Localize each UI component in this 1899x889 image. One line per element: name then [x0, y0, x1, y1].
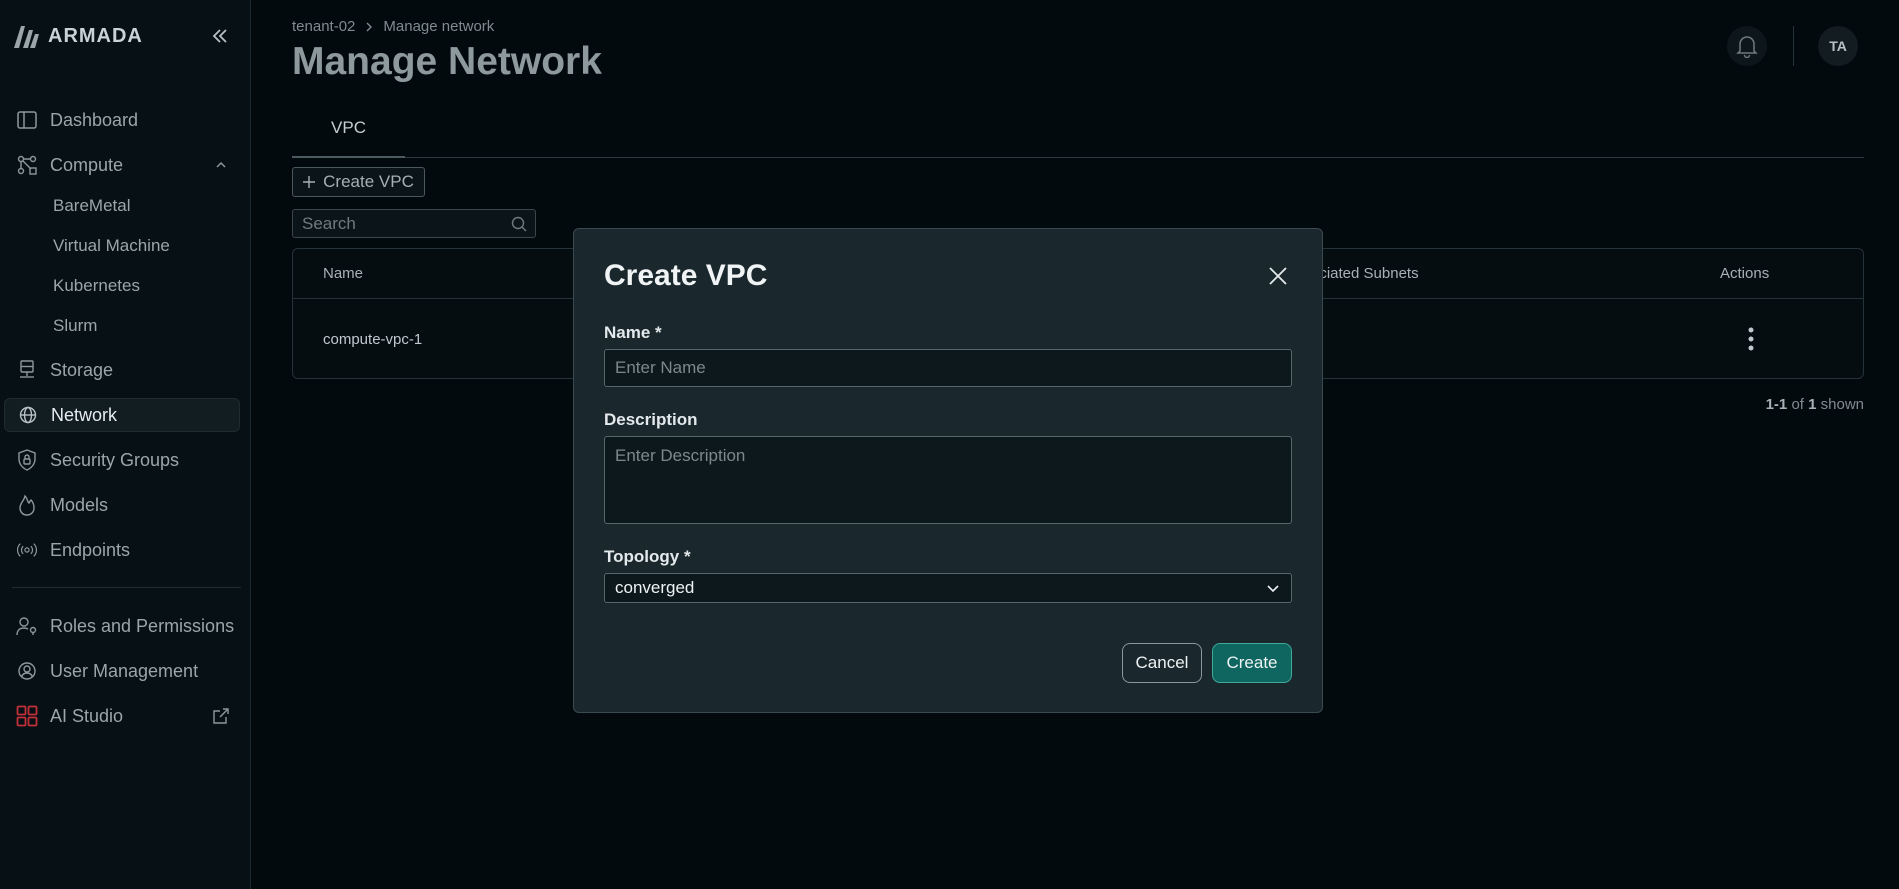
brand[interactable]: ARMADA: [12, 22, 143, 50]
shield-lock-icon: [16, 449, 38, 471]
sidebar-item-label: Endpoints: [50, 539, 131, 560]
close-icon: [1269, 267, 1287, 285]
name-input[interactable]: [604, 349, 1292, 387]
tab-bar: VPC: [292, 100, 1864, 158]
sidebar-item-network[interactable]: Network: [4, 398, 240, 432]
close-dialog-button[interactable]: [1265, 263, 1291, 289]
topology-select[interactable]: converged: [604, 573, 1292, 603]
sidebar-item-roles-and-permissions[interactable]: Roles and Permissions: [4, 609, 240, 643]
chevron-down-icon: [1267, 585, 1279, 593]
pagination-of: of: [1791, 396, 1804, 413]
breadcrumb-tenant-link[interactable]: tenant-02: [292, 18, 355, 35]
avatar[interactable]: TA: [1818, 26, 1858, 66]
user-key-icon: [16, 615, 38, 637]
dashboard-icon: [16, 109, 38, 131]
pagination-range: 1-1: [1765, 396, 1788, 413]
collapse-sidebar-button[interactable]: [208, 24, 232, 48]
notifications-button[interactable]: [1727, 26, 1767, 66]
flame-icon: [16, 494, 38, 516]
chevron-up-icon: [216, 161, 226, 168]
tab-vpc[interactable]: VPC: [292, 100, 405, 158]
sidebar-item-label: Network: [51, 404, 118, 425]
sidebar-item-label: Slurm: [53, 316, 98, 335]
broadcast-icon: [16, 539, 38, 561]
description-label: Description: [604, 410, 698, 429]
column-header-name[interactable]: Name: [323, 265, 363, 282]
topology-label: Topology *: [604, 547, 691, 566]
sidebar-item-label: Roles and Permissions: [50, 615, 235, 636]
create-vpc-label: Create VPC: [323, 172, 414, 191]
sidebar-item-label: User Management: [50, 660, 199, 681]
sidebar-item-label: Models: [50, 494, 109, 515]
sidebar-item-dashboard[interactable]: Dashboard: [4, 103, 240, 137]
topology-selected-value: converged: [615, 578, 695, 597]
breadcrumb: tenant-02 Manage network: [292, 18, 494, 35]
user-gear-icon: [16, 660, 38, 682]
name-label: Name *: [604, 323, 662, 342]
sidebar-item-label: Virtual Machine: [53, 236, 170, 255]
create-vpc-button[interactable]: Create VPC: [292, 167, 425, 197]
sidebar-item-user-management[interactable]: User Management: [4, 654, 240, 688]
sidebar-item-baremetal[interactable]: BareMetal: [4, 189, 240, 223]
sidebar-item-label: Security Groups: [50, 449, 180, 470]
storage-icon: [16, 359, 38, 381]
brand-name: ARMADA: [48, 24, 143, 47]
sidebar-item-compute[interactable]: Compute: [4, 148, 240, 182]
sidebar-divider: [12, 587, 241, 588]
row-actions-button[interactable]: [1739, 324, 1763, 354]
compute-icon: [16, 154, 38, 176]
ai-studio-grid-icon: [16, 705, 38, 727]
pagination-suffix: shown: [1820, 396, 1864, 413]
pagination-total: 1: [1808, 396, 1817, 413]
plus-icon: [303, 176, 316, 188]
globe-icon: [17, 404, 39, 426]
sidebar-item-models[interactable]: Models: [4, 488, 240, 522]
create-vpc-dialog: Create VPC Name * Description Topology *…: [573, 228, 1323, 713]
sidebar-item-label: Compute: [50, 154, 124, 175]
double-chevron-left-icon: [212, 29, 227, 43]
kebab-menu-icon: [1748, 327, 1754, 351]
page-title: Manage Network: [292, 40, 602, 83]
sidebar: ARMADA Dashboard Compute BareMetal Virtu…: [0, 0, 251, 889]
sidebar-item-ai-studio[interactable]: AI Studio: [4, 699, 240, 733]
pagination-summary: 1-1 of 1 shown: [1764, 396, 1864, 413]
vpc-name-cell[interactable]: compute-vpc-1: [323, 331, 422, 348]
search-box: [292, 209, 536, 238]
external-link-icon: [213, 708, 229, 724]
sidebar-item-label: Storage: [50, 359, 114, 380]
dialog-title: Create VPC: [604, 259, 768, 292]
create-button[interactable]: Create: [1212, 643, 1292, 683]
breadcrumb-current: Manage network: [383, 18, 495, 35]
chevron-right-icon: [366, 22, 373, 31]
search-input[interactable]: [293, 210, 493, 237]
armada-logo-icon: [14, 26, 39, 48]
cancel-button[interactable]: Cancel: [1122, 643, 1202, 683]
sidebar-item-endpoints[interactable]: Endpoints: [4, 533, 240, 567]
sidebar-item-virtual-machine[interactable]: Virtual Machine: [4, 229, 240, 263]
sidebar-item-slurm[interactable]: Slurm: [4, 309, 240, 343]
column-header-actions: Actions: [1720, 265, 1770, 282]
sidebar-item-label: Dashboard: [50, 109, 139, 130]
column-header-associated-subnets: ociated Subnets: [1311, 265, 1419, 282]
bell-icon: [1736, 36, 1758, 58]
header-divider: [1793, 26, 1794, 66]
sidebar-item-security-groups[interactable]: Security Groups: [4, 443, 240, 477]
sidebar-item-label: AI Studio: [50, 705, 124, 726]
search-icon[interactable]: [510, 215, 528, 233]
sidebar-item-label: BareMetal: [53, 196, 131, 215]
description-textarea[interactable]: [604, 436, 1292, 524]
sidebar-item-kubernetes[interactable]: Kubernetes: [4, 269, 240, 303]
sidebar-item-label: Kubernetes: [53, 276, 140, 295]
sidebar-item-storage[interactable]: Storage: [4, 353, 240, 387]
